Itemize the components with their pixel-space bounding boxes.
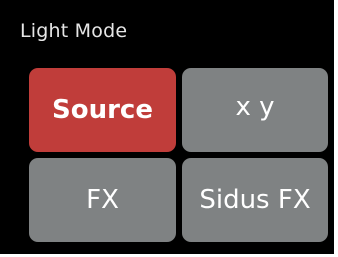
mode-tile-sidus-fx[interactable]: Sidus FX bbox=[182, 158, 328, 242]
mode-tile-xy[interactable]: x y bbox=[182, 68, 328, 152]
page-title: Light Mode bbox=[20, 20, 128, 42]
screen-frame-right bbox=[334, 0, 338, 257]
mode-tile-xy-label: x y bbox=[235, 92, 275, 122]
mode-tile-fx[interactable]: FX bbox=[29, 158, 176, 242]
mode-tile-source-label: Source bbox=[52, 95, 153, 125]
mode-tile-sidus-fx-label: Sidus FX bbox=[199, 185, 311, 215]
mode-tile-fx-label: FX bbox=[86, 185, 119, 215]
mode-tile-source[interactable]: Source bbox=[29, 68, 176, 152]
light-mode-screen: Light Mode Source x y FX Sidus FX bbox=[0, 0, 338, 257]
